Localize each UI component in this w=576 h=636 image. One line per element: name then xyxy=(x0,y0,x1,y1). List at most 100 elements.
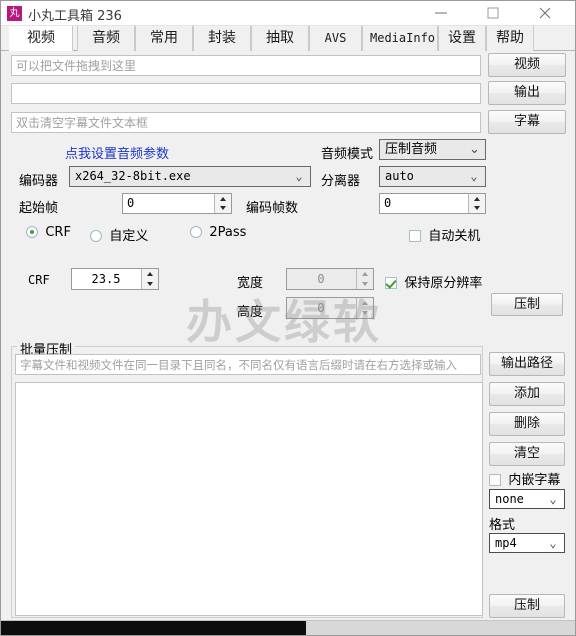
minimize-icon xyxy=(434,12,447,14)
crf-value: 23.5 xyxy=(91,272,121,286)
tab-audio[interactable]: 音频 xyxy=(77,26,135,51)
add-button[interactable]: 添加 xyxy=(489,382,565,406)
encoder-label: 编码器 xyxy=(19,174,59,189)
radio-crf-dot xyxy=(26,226,38,238)
app-icon: 丸 xyxy=(7,6,22,21)
window-title: 小丸工具箱 236 xyxy=(28,9,122,24)
subtitle-language-value: none xyxy=(495,492,524,506)
radio-2pass[interactable]: 2Pass xyxy=(190,225,246,240)
radio-custom-dot xyxy=(90,230,102,242)
output-path-button[interactable]: 输出路径 xyxy=(489,352,565,376)
radio-custom-label: 自定义 xyxy=(109,229,149,244)
audio-mode-value: 压制音频 xyxy=(385,142,438,157)
chevron-down-icon: ⌄ xyxy=(549,536,557,550)
maximize-button[interactable] xyxy=(470,1,515,25)
embed-subtitle-checkbox[interactable]: 内嵌字幕 xyxy=(489,469,560,488)
embed-subtitle-label: 内嵌字幕 xyxy=(508,473,561,488)
frame-count-stepper[interactable]: 0 xyxy=(379,193,486,214)
output-file-input[interactable] xyxy=(11,83,481,104)
close-button[interactable] xyxy=(522,1,567,25)
auto-shutdown-box xyxy=(409,230,421,242)
width-value: 0 xyxy=(317,272,325,286)
format-value: mp4 xyxy=(495,536,517,550)
tab-extract[interactable]: 抽取 xyxy=(251,26,309,51)
encoder-value: x264_32-8bit.exe xyxy=(75,169,191,183)
batch-compress-button[interactable]: 压制 xyxy=(489,594,565,618)
start-frame-label: 起始帧 xyxy=(19,201,59,216)
stepper-down-icon[interactable] xyxy=(357,279,373,289)
stepper-down-icon[interactable] xyxy=(357,308,373,318)
source-file-input[interactable]: 可以把文件拖拽到这里 xyxy=(11,55,481,76)
crf-stepper[interactable]: 23.5 xyxy=(71,268,159,290)
delete-button[interactable]: 删除 xyxy=(489,412,565,436)
close-icon xyxy=(539,7,550,19)
crf-label: CRF xyxy=(28,273,50,287)
keep-resolution-label: 保持原分辨率 xyxy=(404,276,483,291)
stepper-up-icon[interactable] xyxy=(357,269,373,279)
radio-crf[interactable]: CRF xyxy=(26,225,71,240)
radio-2pass-dot xyxy=(190,226,202,238)
scrollbar-thumb[interactable] xyxy=(1,621,306,635)
width-stepper[interactable]: 0 xyxy=(286,268,374,290)
embed-subtitle-box xyxy=(489,474,501,486)
demuxer-value: auto xyxy=(385,169,414,183)
stepper-down-icon[interactable] xyxy=(142,279,158,289)
audio-mode-label: 音频模式 xyxy=(321,147,374,162)
tab-video[interactable]: 视频 xyxy=(9,26,73,51)
start-frame-value: 0 xyxy=(127,196,135,210)
subtitle-file-input[interactable]: 双击清空字幕文件文本框 xyxy=(11,112,481,133)
format-select[interactable]: mp4 ⌄ xyxy=(489,533,565,553)
video-browse-button[interactable]: 视频 xyxy=(488,53,566,77)
stepper-down-icon[interactable] xyxy=(215,204,231,214)
chevron-down-icon: ⌄ xyxy=(549,492,557,506)
radio-2pass-label: 2Pass xyxy=(209,225,247,240)
minimize-button[interactable] xyxy=(418,1,463,25)
stepper-up-icon[interactable] xyxy=(142,269,158,279)
batch-file-list[interactable] xyxy=(15,382,483,616)
video-tab-panel: 可以把文件拖拽到这里 视频 输出 双击清空字幕文件文本框 字幕 点我设置音频参数… xyxy=(1,51,575,621)
start-frame-arrows[interactable] xyxy=(214,194,231,213)
frame-count-label: 编码帧数 xyxy=(246,201,299,216)
encoder-select[interactable]: x264_32-8bit.exe ⌄ xyxy=(69,166,311,187)
tab-mediainfo[interactable]: MediaInfo xyxy=(362,26,438,51)
tab-avs[interactable]: AVS xyxy=(309,26,362,51)
stepper-up-icon[interactable] xyxy=(469,194,485,204)
crf-arrows[interactable] xyxy=(141,269,158,289)
height-value: 0 xyxy=(317,301,325,315)
tab-mux[interactable]: 封装 xyxy=(193,26,251,51)
auto-shutdown-label: 自动关机 xyxy=(428,229,481,244)
stepper-up-icon[interactable] xyxy=(215,194,231,204)
output-browse-button[interactable]: 输出 xyxy=(488,81,566,105)
width-arrows[interactable] xyxy=(356,269,373,289)
chevron-down-icon: ⌄ xyxy=(295,169,303,183)
demuxer-select[interactable]: auto ⌄ xyxy=(379,166,486,187)
subtitle-browse-button[interactable]: 字幕 xyxy=(488,110,566,134)
start-frame-stepper[interactable]: 0 xyxy=(122,193,232,214)
audio-mode-select[interactable]: 压制音频 ⌄ xyxy=(379,139,486,160)
tab-strip: 视频 音频 常用 封装 抽取 AVS MediaInfo 设置 帮助 xyxy=(1,26,575,51)
maximize-icon xyxy=(487,7,498,19)
width-label: 宽度 xyxy=(237,276,264,291)
chevron-down-icon: ⌄ xyxy=(469,142,480,157)
radio-custom[interactable]: 自定义 xyxy=(90,225,148,244)
radio-crf-label: CRF xyxy=(45,225,71,240)
tab-settings[interactable]: 设置 xyxy=(438,26,486,51)
height-arrows[interactable] xyxy=(356,298,373,318)
frame-count-arrows[interactable] xyxy=(468,194,485,213)
tab-common[interactable]: 常用 xyxy=(135,26,193,51)
app-window: 丸 小丸工具箱 236 视频 音频 常用 封装 抽取 AVS MediaInfo… xyxy=(0,0,576,636)
compress-button[interactable]: 压制 xyxy=(491,293,563,316)
stepper-down-icon[interactable] xyxy=(469,204,485,214)
height-stepper[interactable]: 0 xyxy=(286,297,374,319)
audio-params-link[interactable]: 点我设置音频参数 xyxy=(65,143,169,162)
batch-path-input[interactable]: 字幕文件和视频文件在同一目录下且同名，不同名仅有语言后缀时请在右方选择或输入 xyxy=(15,354,481,375)
tab-help[interactable]: 帮助 xyxy=(486,26,534,51)
keep-resolution-box xyxy=(385,277,397,289)
clear-button[interactable]: 清空 xyxy=(489,442,565,466)
stepper-up-icon[interactable] xyxy=(357,298,373,308)
subtitle-language-select[interactable]: none ⌄ xyxy=(489,489,565,509)
auto-shutdown-checkbox[interactable]: 自动关机 xyxy=(409,225,480,244)
horizontal-scrollbar[interactable] xyxy=(1,620,575,635)
keep-resolution-checkbox[interactable]: 保持原分辨率 xyxy=(385,272,482,291)
format-label: 格式 xyxy=(489,518,516,533)
